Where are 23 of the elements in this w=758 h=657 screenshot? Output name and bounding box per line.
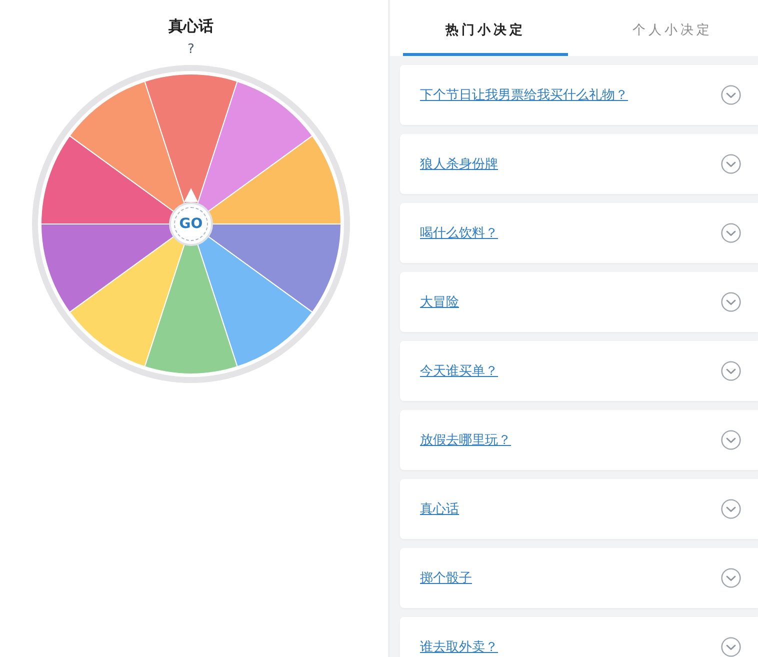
chevron-down-icon[interactable]	[721, 430, 741, 450]
chevron-down-icon[interactable]	[721, 154, 741, 174]
decision-link[interactable]: 喝什么饮料？	[420, 224, 498, 242]
decision-link[interactable]: 狼人杀身份牌	[420, 155, 498, 173]
decision-link[interactable]: 谁去取外卖？	[420, 638, 498, 656]
chevron-down-icon[interactable]	[721, 292, 741, 312]
tab[interactable]: 个人小决定	[590, 0, 755, 56]
chevron-down-icon[interactable]	[721, 223, 741, 243]
chevron-down-icon[interactable]	[721, 85, 741, 105]
wheel-title: 真心话	[168, 16, 214, 36]
decision-link[interactable]: 放假去哪里玩？	[420, 431, 511, 449]
pointer-icon	[184, 188, 198, 202]
decision-link[interactable]: 掷个骰子	[420, 569, 472, 587]
wheel-subtitle: ?	[188, 42, 194, 58]
decision-link[interactable]: 真心话	[420, 500, 459, 518]
decision-link[interactable]: 下个节日让我男票给我买什么礼物？	[420, 86, 628, 104]
decision-link[interactable]: 大冒险	[420, 293, 459, 311]
chevron-down-icon[interactable]	[721, 637, 741, 657]
tab[interactable]: 热门小决定	[403, 0, 568, 56]
chevron-down-icon[interactable]	[721, 499, 741, 519]
chevron-down-icon[interactable]	[721, 361, 741, 381]
decision-link[interactable]: 今天谁买单？	[420, 362, 498, 380]
chevron-down-icon[interactable]	[721, 568, 741, 588]
